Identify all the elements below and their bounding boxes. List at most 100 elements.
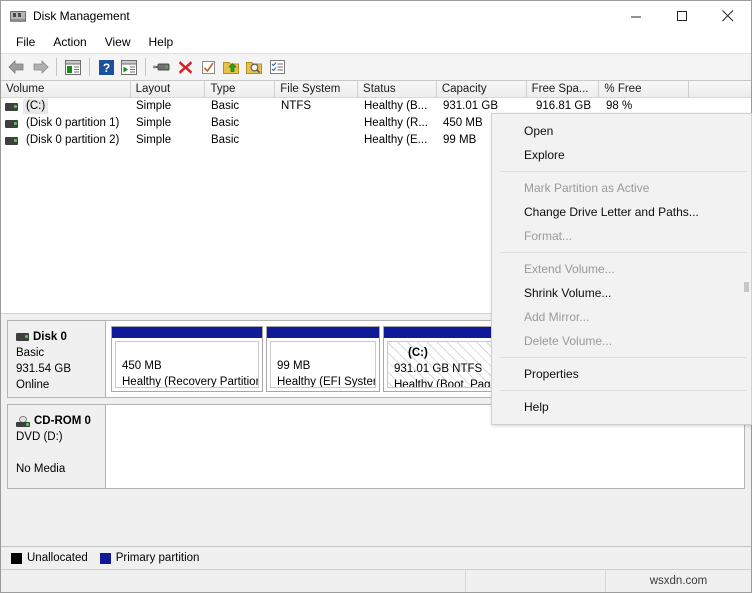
- status-middle: [466, 570, 606, 592]
- disk-management-window: Disk Management File Action View Help: [0, 0, 752, 593]
- svg-text:?: ?: [102, 61, 109, 75]
- partition-status: Healthy (Recovery Partition: [122, 374, 258, 388]
- column-header-filler: [689, 81, 751, 97]
- disk-capacity: 931.54 GB: [16, 361, 105, 377]
- toolbar: ?: [1, 53, 751, 81]
- options-icon[interactable]: [266, 56, 288, 78]
- cdrom-drive-letter: DVD (D:): [16, 429, 105, 445]
- cdrom-status: No Media: [16, 461, 105, 477]
- show-hide-console-tree-icon[interactable]: [62, 56, 84, 78]
- minimize-button[interactable]: [613, 1, 659, 31]
- legend-label-unallocated: Unallocated: [27, 552, 88, 564]
- column-header-capacity[interactable]: Capacity: [437, 81, 527, 97]
- partition-body: 450 MB Healthy (Recovery Partition: [115, 341, 259, 388]
- partition-recovery[interactable]: 450 MB Healthy (Recovery Partition: [111, 326, 263, 392]
- disk-icon: [16, 333, 29, 341]
- cell-type: Basic: [206, 132, 276, 149]
- legend-item-primary-partition: Primary partition: [100, 552, 200, 564]
- forward-icon[interactable]: [29, 56, 51, 78]
- context-menu-separator: [500, 171, 746, 172]
- partition-color-bar: [267, 327, 379, 338]
- partition-status: Healthy (EFI System: [277, 374, 375, 388]
- context-menu-item-change-drive-letter-and-paths[interactable]: Change Drive Letter and Paths...: [492, 200, 751, 224]
- rescan-disks-icon[interactable]: [151, 56, 173, 78]
- cell-type: Basic: [206, 115, 276, 132]
- cell-volume-label: (Disk 0 partition 2): [23, 133, 122, 148]
- column-header-file-system[interactable]: File System: [275, 81, 358, 97]
- cell-file-system: NTFS: [276, 98, 359, 115]
- context-menu: Open Explore Mark Partition as Active Ch…: [491, 113, 752, 425]
- disk-type: Basic: [16, 345, 105, 361]
- context-menu-separator: [500, 252, 746, 253]
- context-menu-item-properties[interactable]: Properties: [492, 362, 751, 386]
- cell-status: Healthy (R...: [359, 115, 438, 132]
- context-menu-item-help[interactable]: Help: [492, 395, 751, 419]
- cell-layout: Simple: [131, 115, 206, 132]
- menu-file[interactable]: File: [7, 33, 44, 51]
- find-icon[interactable]: [243, 56, 265, 78]
- legend-item-unallocated: Unallocated: [11, 552, 88, 564]
- close-button[interactable]: [705, 1, 751, 31]
- cell-type: Basic: [206, 98, 276, 115]
- context-menu-item-mark-partition-as-active: Mark Partition as Active: [492, 176, 751, 200]
- cell-volume-label: (C:): [23, 99, 48, 114]
- window-title: Disk Management: [33, 9, 613, 23]
- menu-action[interactable]: Action: [44, 33, 95, 51]
- cell-volume-label: (Disk 0 partition 1): [23, 116, 122, 131]
- column-header-free-space[interactable]: Free Spa...: [527, 81, 600, 97]
- disk-info-cdrom0[interactable]: CD-ROM 0 DVD (D:) No Media: [8, 405, 106, 488]
- cell-volume[interactable]: (C:): [1, 99, 131, 114]
- toolbar-separator: [145, 58, 146, 76]
- partition-color-bar: [112, 327, 262, 338]
- cell-layout: Simple: [131, 98, 206, 115]
- disk-name: Disk 0: [33, 329, 67, 345]
- partition-efi[interactable]: 99 MB Healthy (EFI System: [266, 326, 380, 392]
- menu-help[interactable]: Help: [140, 33, 183, 51]
- disk-info-disk0[interactable]: Disk 0 Basic 931.54 GB Online: [8, 321, 106, 397]
- column-header-type[interactable]: Type: [205, 81, 275, 97]
- partition-size: 450 MB: [122, 358, 258, 374]
- title-bar: Disk Management: [1, 1, 751, 31]
- column-header-status[interactable]: Status: [358, 81, 437, 97]
- context-menu-separator: [500, 390, 746, 391]
- context-menu-item-shrink-volume[interactable]: Shrink Volume...: [492, 281, 751, 305]
- context-menu-item-delete-volume: Delete Volume...: [492, 329, 751, 353]
- toolbar-separator: [89, 58, 90, 76]
- back-icon[interactable]: [6, 56, 28, 78]
- toolbar-separator: [56, 58, 57, 76]
- context-menu-item-open[interactable]: Open: [492, 119, 751, 143]
- partition-body: 99 MB Healthy (EFI System: [270, 341, 376, 388]
- volume-list-header: Volume Layout Type File System Status Ca…: [1, 81, 751, 98]
- cell-layout: Simple: [131, 132, 206, 149]
- disk-title: Disk 0: [16, 329, 105, 345]
- export-list-icon[interactable]: [220, 56, 242, 78]
- cell-status: Healthy (B...: [359, 98, 438, 115]
- status-bar: wsxdn.com: [1, 569, 751, 592]
- menu-view[interactable]: View: [96, 33, 140, 51]
- disk-status: Online: [16, 377, 105, 393]
- status-left: [1, 570, 466, 592]
- unallocated-swatch-icon: [11, 553, 22, 564]
- status-right: wsxdn.com: [606, 570, 751, 592]
- properties-icon[interactable]: [197, 56, 219, 78]
- column-header-volume[interactable]: Volume: [1, 81, 131, 97]
- disk-name: CD-ROM 0: [34, 413, 91, 429]
- cdrom-icon: [16, 416, 30, 427]
- window-controls: [613, 1, 751, 31]
- delete-icon[interactable]: [174, 56, 196, 78]
- column-header-layout[interactable]: Layout: [131, 81, 206, 97]
- maximize-button[interactable]: [659, 1, 705, 31]
- partition-size: 99 MB: [277, 358, 375, 374]
- context-menu-item-extend-volume: Extend Volume...: [492, 257, 751, 281]
- legend: Unallocated Primary partition: [1, 546, 751, 569]
- help-icon[interactable]: ?: [95, 56, 117, 78]
- column-header-percent-free[interactable]: % Free: [599, 81, 689, 97]
- menu-bar: File Action View Help: [1, 31, 751, 53]
- cell-volume[interactable]: (Disk 0 partition 2): [1, 133, 131, 148]
- context-menu-item-explore[interactable]: Explore: [492, 143, 751, 167]
- cell-volume[interactable]: (Disk 0 partition 1): [1, 116, 131, 131]
- show-hide-action-pane-icon[interactable]: [118, 56, 140, 78]
- context-menu-scrollbar[interactable]: [744, 282, 749, 292]
- volume-icon: [5, 103, 18, 111]
- context-menu-item-add-mirror: Add Mirror...: [492, 305, 751, 329]
